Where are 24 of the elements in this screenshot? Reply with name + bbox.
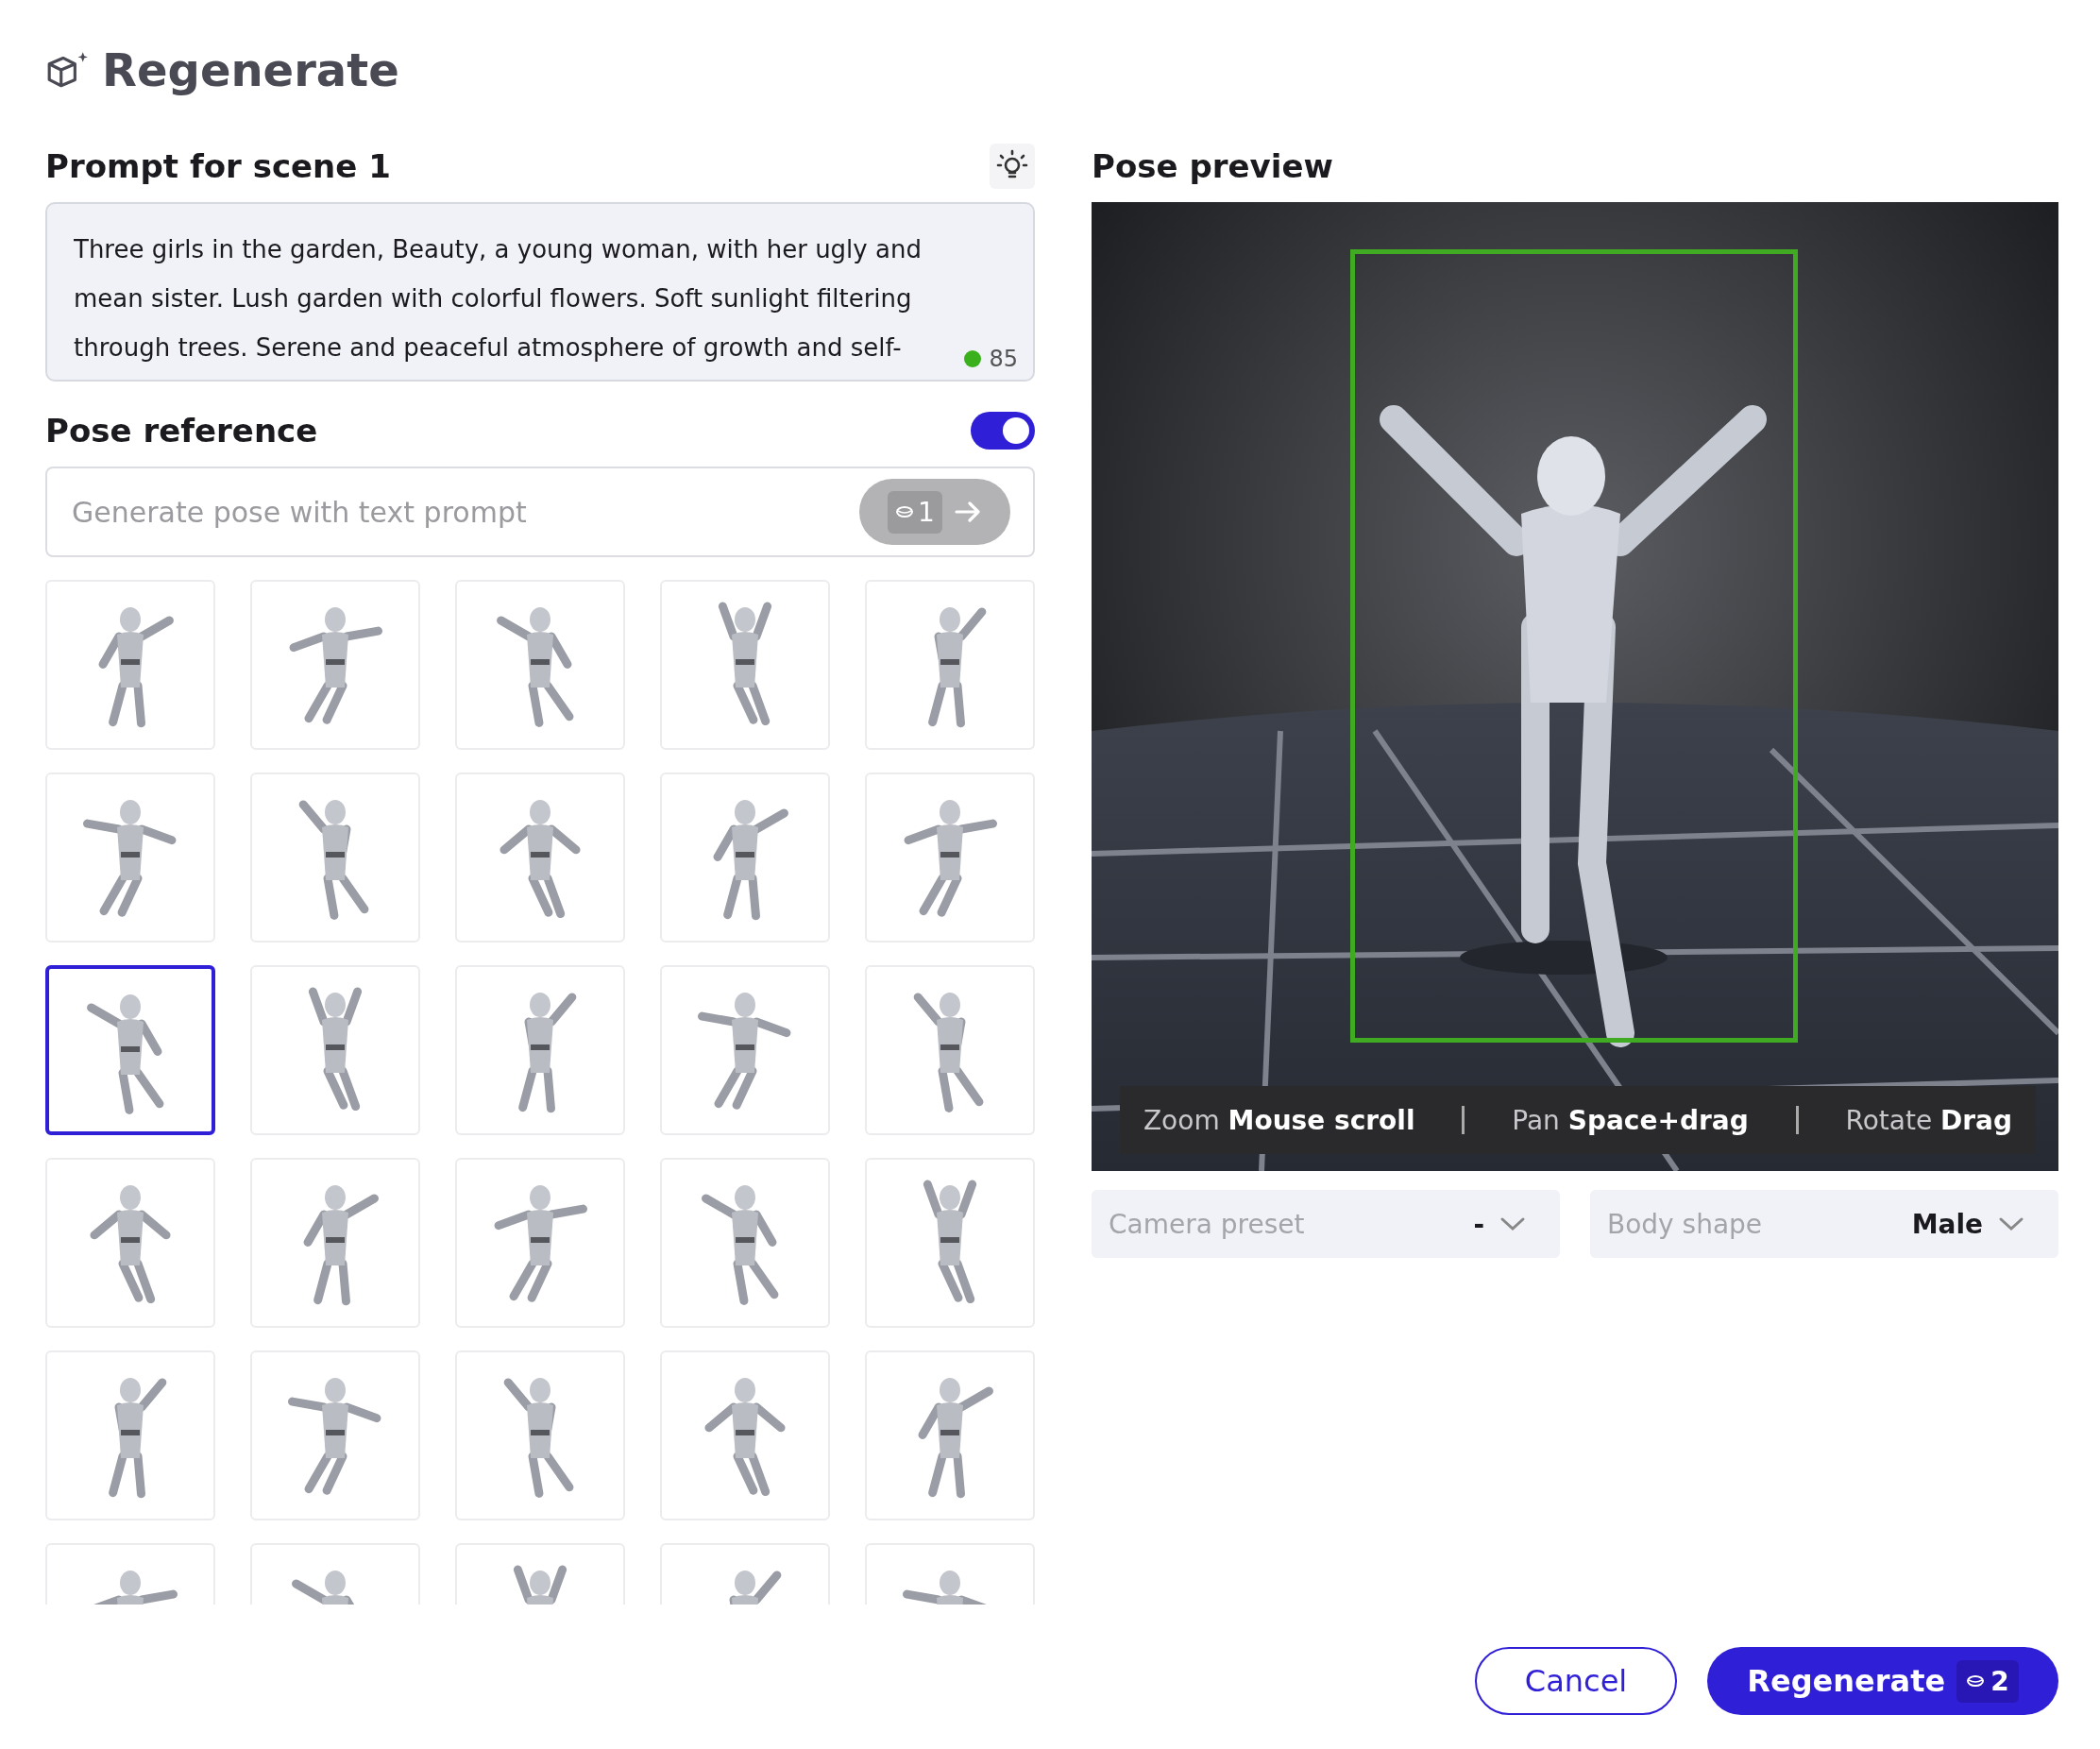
- dialog-title: Regenerate: [102, 43, 399, 96]
- section-label: Pose preview: [1092, 147, 1333, 185]
- chevron-down-icon: [1998, 1216, 2024, 1231]
- hint-text: Rotate Drag: [1845, 1104, 2013, 1136]
- section-label: Prompt for scene 1: [45, 147, 391, 185]
- section-label: Pose reference: [45, 412, 318, 450]
- arrow-right-icon: [953, 501, 982, 523]
- regenerate-button[interactable]: Regenerate 2: [1707, 1647, 2058, 1715]
- cancel-button[interactable]: Cancel: [1475, 1647, 1677, 1715]
- hint-text: Zoom Mouse scroll: [1143, 1104, 1415, 1136]
- dice-sparkle-icon: [45, 50, 89, 90]
- prompt-field[interactable]: [45, 202, 1035, 382]
- coin-icon: [1966, 1674, 1986, 1688]
- prompt-text: Three girls in the garden, Beauty, a young woman, with her ugly and mean sister. Lush garden with colorful flowers. Soft sunlight filtering through trees. Serene and peaceful atmosphere of growth and self-: [74, 234, 923, 364]
- character-count: 85: [989, 346, 1018, 372]
- status-dot: [964, 350, 982, 367]
- chevron-down-icon: [1499, 1216, 1526, 1231]
- coin-icon: [895, 505, 915, 518]
- dropdown[interactable]: Body shape Male: [1590, 1190, 2058, 1258]
- toggle-switch[interactable]: [971, 412, 1035, 450]
- lightbulb-icon[interactable]: [990, 144, 1035, 189]
- dropdown[interactable]: Camera preset -: [1092, 1190, 1560, 1258]
- hint-text: Pan Space+drag: [1512, 1104, 1749, 1136]
- pose-thumbnail[interactable]: [45, 965, 215, 1135]
